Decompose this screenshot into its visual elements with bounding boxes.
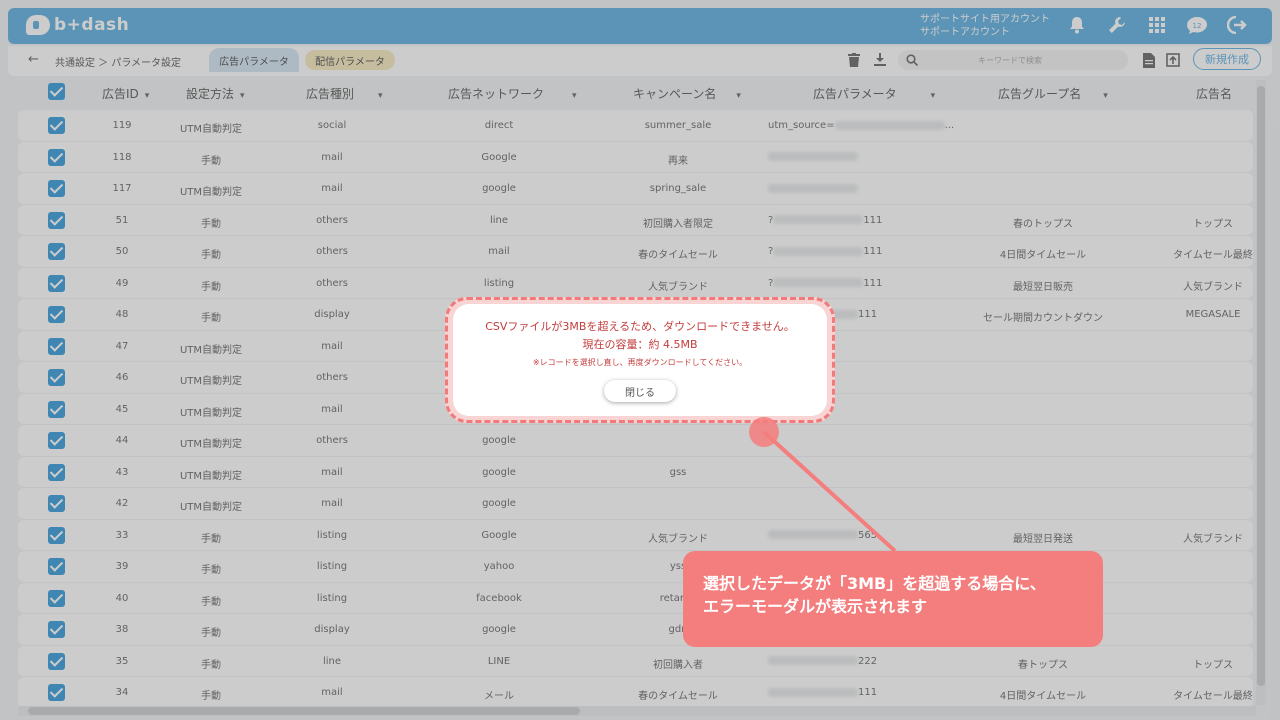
annotation-callout: 選択したデータが「3MB」を超過する場合に、 エラーモーダルが表示されます <box>683 551 1103 647</box>
callout-line2: エラーモーダルが表示されます <box>703 597 928 616</box>
callout-line1: 選択したデータが「3MB」を超過する場合に、 <box>703 574 1046 593</box>
